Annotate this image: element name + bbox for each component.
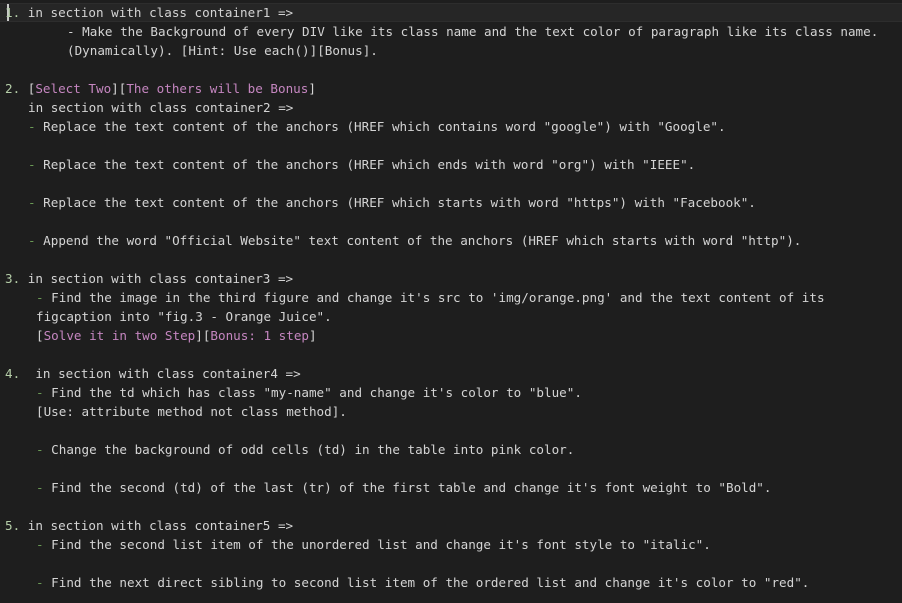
editor-line-3: (Dynamically). [Hint: Use each()][Bonus]…	[67, 41, 378, 60]
line-text: Find the image in the third figure and c…	[43, 290, 825, 305]
bullet-dash: -	[28, 233, 36, 248]
line-text: figcaption into "fig.3 - Orange Juice".	[36, 309, 332, 324]
bullet-dash: -	[28, 119, 36, 134]
line-text: Find the td which has class "my-name" an…	[43, 385, 582, 400]
list-number: 4.	[5, 366, 21, 381]
bonus-note: The others will be Bonus	[126, 81, 309, 96]
list-number: 3.	[5, 271, 21, 286]
line-text: in section with class container3 =>	[20, 271, 294, 286]
bracket: [	[20, 81, 36, 96]
line-text: - Make the Background of every DIV like …	[67, 24, 879, 39]
line-text: [Use: attribute method not class method]…	[36, 404, 347, 419]
select-two-note: Select Two	[35, 81, 112, 96]
bullet-dash: -	[28, 157, 36, 172]
line-text: Replace the text content of the anchors …	[35, 157, 696, 172]
editor-line-17: - Change the background of odd cells (td…	[36, 440, 574, 459]
editor-line-20: - Find the second list item of the unord…	[36, 535, 711, 554]
line-text: in section with class container2 =>	[28, 100, 294, 115]
solve-note: Solve it in two Step	[43, 328, 196, 343]
editor-line-4: 2. [Select Two][The others will be Bonus…	[5, 79, 316, 98]
editor-line-6: - Replace the text content of the anchor…	[28, 117, 726, 136]
editor-line-9: - Append the word "Official Website" tex…	[28, 231, 801, 250]
bullet-dash: -	[36, 575, 44, 590]
bracket: ][	[195, 328, 211, 343]
editor-line-13: [Solve it in two Step][Bonus: 1 step]	[36, 326, 317, 345]
bullet-dash: -	[36, 480, 44, 495]
line-text: in section with class container1 =>	[20, 5, 294, 20]
editor-line-10: 3. in section with class container3 =>	[5, 269, 293, 288]
line-text: Find the second (td) of the last (tr) of…	[43, 480, 772, 495]
bracket: ]	[309, 328, 317, 343]
bracket: [	[36, 328, 44, 343]
list-number: 5.	[5, 518, 21, 533]
bullet-dash: -	[36, 442, 44, 457]
editor-line-1: 1. in section with class container1 =>	[5, 3, 293, 22]
editor-line-15: - Find the td which has class "my-name" …	[36, 383, 582, 402]
editor-line-11: - Find the image in the third figure and…	[36, 288, 825, 307]
editor-line-2: - Make the Background of every DIV like …	[67, 22, 878, 41]
line-text: in section with class container5 =>	[20, 518, 294, 533]
editor-line-18: - Find the second (td) of the last (tr) …	[36, 478, 771, 497]
line-text: Change the background of odd cells (td) …	[43, 442, 575, 457]
editor-line-14: 4. in section with class container4 =>	[5, 364, 301, 383]
bracket: ]	[308, 81, 316, 96]
editor-line-19: 5. in section with class container5 =>	[5, 516, 293, 535]
editor-line-21: - Find the next direct sibling to second…	[36, 573, 809, 592]
editor-line-8: - Replace the text content of the anchor…	[28, 193, 756, 212]
editor-line-16: [Use: attribute method not class method]…	[36, 402, 347, 421]
line-text: Replace the text content of the anchors …	[35, 119, 726, 134]
editor-line-7: - Replace the text content of the anchor…	[28, 155, 695, 174]
bracket: ][	[111, 81, 127, 96]
bullet-dash: -	[36, 385, 44, 400]
line-text: Find the next direct sibling to second l…	[43, 575, 810, 590]
list-number: 1.	[5, 5, 21, 20]
line-text: in section with class container4 =>	[20, 366, 301, 381]
list-number: 2.	[5, 81, 21, 96]
bullet-dash: -	[36, 290, 44, 305]
bullet-dash: -	[28, 195, 36, 210]
line-text: Find the second list item of the unorder…	[43, 537, 711, 552]
line-text: Replace the text content of the anchors …	[35, 195, 756, 210]
line-text: Append the word "Official Website" text …	[35, 233, 802, 248]
text-editor[interactable]: 1. in section with class container1 => -…	[0, 0, 902, 603]
editor-line-12: figcaption into "fig.3 - Orange Juice".	[36, 307, 332, 326]
editor-line-5: in section with class container2 =>	[28, 98, 293, 117]
line-text: (Dynamically). [Hint: Use each()][Bonus]…	[67, 43, 378, 58]
bonus-note: Bonus: 1 step	[210, 328, 309, 343]
bullet-dash: -	[36, 537, 44, 552]
